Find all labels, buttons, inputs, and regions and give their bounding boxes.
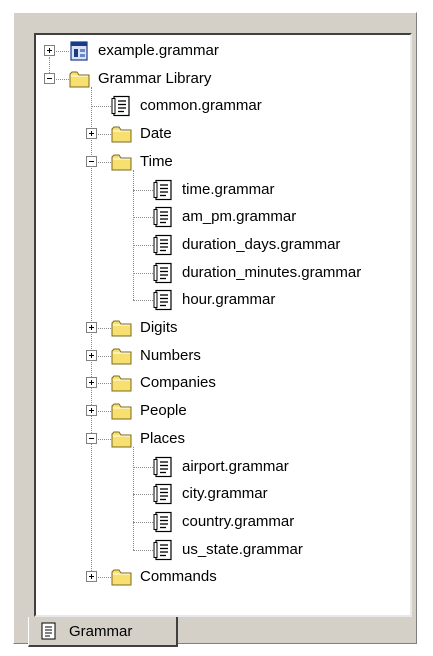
folder-icon — [111, 431, 132, 448]
folder-icon — [111, 126, 132, 143]
folder-icon — [111, 375, 132, 392]
tree-item-label: duration_minutes.grammar — [182, 263, 362, 281]
tab-label: Grammar — [69, 623, 133, 640]
tree-item-label: airport.grammar — [182, 457, 289, 475]
tree-item-label: common.grammar — [140, 97, 262, 115]
folder-icon — [69, 71, 90, 88]
tree-item-label: us_state.grammar — [182, 540, 303, 558]
tree-item-label: am_pm.grammar — [182, 208, 297, 226]
document-icon — [153, 539, 172, 560]
tree-item-label: country.grammar — [182, 512, 295, 530]
document-icon — [153, 511, 172, 532]
tab-grammar[interactable]: Grammar — [28, 617, 178, 647]
tree-connector — [91, 106, 111, 108]
tree-connector — [133, 217, 153, 219]
document-icon — [153, 179, 172, 200]
tree-connector — [133, 300, 153, 302]
document-icon — [153, 290, 172, 311]
expand-icon[interactable] — [86, 322, 97, 333]
tree-item-folder[interactable]: Time — [36, 148, 406, 176]
tree-item-label: city.grammar — [182, 485, 268, 503]
folder-icon — [111, 320, 132, 337]
tree-item-folder[interactable]: Date — [36, 120, 406, 148]
collapse-icon[interactable] — [86, 155, 97, 167]
tree-item-label: Time — [140, 152, 173, 170]
tree-connector — [133, 189, 153, 191]
tree-item-file[interactable]: country.grammar — [36, 508, 406, 536]
tree-connector — [133, 244, 153, 246]
expand-icon[interactable] — [86, 405, 97, 417]
tree-connector — [133, 466, 153, 468]
tree-item-project[interactable]: example.grammar — [36, 37, 406, 65]
document-icon — [41, 622, 56, 640]
tree-item-file[interactable]: us_state.grammar — [36, 536, 406, 564]
document-icon — [153, 262, 172, 283]
tree-item-file[interactable]: duration_days.grammar — [36, 231, 406, 259]
tree-connector — [133, 549, 153, 551]
tree-item-label: People — [140, 402, 187, 420]
project-icon — [70, 41, 88, 61]
tree-item-label: duration_days.grammar — [182, 235, 341, 253]
expand-icon[interactable] — [86, 128, 97, 140]
tree-item-label: Places — [140, 429, 186, 447]
folder-icon — [111, 569, 132, 586]
document-icon — [111, 96, 130, 117]
tree-item-folder[interactable]: People — [36, 397, 406, 425]
tree-item-file[interactable]: city.grammar — [36, 480, 406, 508]
grammar-panel: example.grammar Grammar Library common.gra… — [13, 12, 417, 647]
expand-icon[interactable] — [44, 45, 55, 56]
expand-icon[interactable] — [86, 571, 97, 583]
tree-connector — [133, 521, 153, 523]
grammar-tree[interactable]: example.grammar Grammar Library common.gra… — [34, 33, 412, 617]
tree-item-label: Grammar Library — [98, 69, 212, 87]
document-icon — [153, 456, 172, 477]
tree-item-file[interactable]: duration_minutes.grammar — [36, 259, 406, 287]
tree-item-folder[interactable]: Commands — [36, 563, 406, 591]
tree-item-file[interactable]: common.grammar — [36, 92, 406, 120]
document-icon — [153, 234, 172, 255]
tree-item-label: Date — [140, 125, 172, 143]
tree-item-label: hour.grammar — [182, 291, 276, 309]
tree-item-label: Numbers — [140, 346, 201, 364]
tree-item-folder[interactable]: Numbers — [36, 342, 406, 370]
collapse-icon[interactable] — [44, 72, 55, 84]
folder-icon — [111, 403, 132, 420]
tree-item-label: Commands — [140, 568, 217, 586]
expand-icon[interactable] — [86, 377, 97, 389]
tree-item-folder[interactable]: Grammar Library — [36, 65, 406, 93]
tree-item-file[interactable]: time.grammar — [36, 176, 406, 204]
tree-item-folder[interactable]: Places — [36, 425, 406, 453]
tree-item-file[interactable]: airport.grammar — [36, 453, 406, 481]
tree-connector — [133, 272, 153, 274]
folder-icon — [111, 348, 132, 365]
tree-item-label: Digits — [140, 319, 178, 336]
folder-icon — [111, 154, 132, 171]
collapse-icon[interactable] — [86, 432, 97, 444]
tree-item-file[interactable]: am_pm.grammar — [36, 203, 406, 231]
tree-connector — [133, 494, 153, 496]
tree-item-label: example.grammar — [98, 42, 219, 59]
document-icon — [153, 484, 172, 505]
document-icon — [153, 207, 172, 228]
tree-item-folder[interactable]: Digits — [36, 314, 406, 342]
tree-item-folder[interactable]: Companies — [36, 369, 406, 397]
tree-item-file[interactable]: hour.grammar — [36, 286, 406, 314]
tree-item-label: Companies — [140, 374, 216, 392]
tree-item-label: time.grammar — [182, 180, 275, 198]
expand-icon[interactable] — [86, 349, 97, 361]
